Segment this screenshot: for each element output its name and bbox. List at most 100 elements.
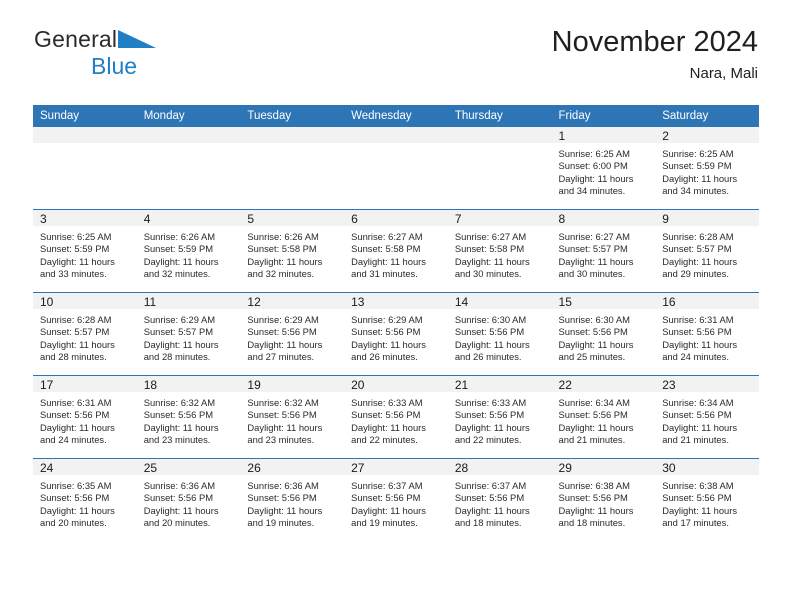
sunrise-text: Sunrise: 6:25 AM [40, 231, 112, 242]
calendar-cell-empty [240, 127, 345, 210]
sunset-text: Sunset: 5:59 PM [662, 160, 732, 172]
location-subtitle: Nara, Mali [689, 65, 758, 82]
day-details: Sunrise: 6:30 AM Sunset: 5:56 PM Daylight:… [448, 309, 552, 363]
page-header: General Blue November 2024 Nara, Mali [34, 26, 758, 90]
calendar-cell-day-29[interactable]: 29 Sunrise: 6:38 AM Sunset: 5:56 PM Dayligh… [551, 458, 656, 541]
day-number: 13 [344, 293, 448, 309]
calendar-cell-day-26[interactable]: 26 Sunrise: 6:36 AM Sunset: 5:56 PM Dayligh… [240, 458, 345, 541]
calendar-cell-day-5[interactable]: 5 Sunrise: 6:26 AM Sunset: 5:58 PM Daylight… [240, 209, 345, 293]
calendar-page: General Blue November 2024 Nara, Mali Su… [0, 0, 792, 612]
calendar-cell-day-4[interactable]: 4 Sunrise: 6:26 AM Sunset: 5:59 PM Daylight… [136, 209, 241, 293]
calendar-cell-empty [344, 127, 448, 210]
sunset-text: Sunset: 5:56 PM [558, 492, 628, 504]
sunset-text: Sunset: 5:56 PM [351, 492, 421, 504]
day-number: 29 [551, 459, 656, 475]
sunset-text: Sunset: 5:58 PM [247, 243, 317, 255]
calendar-cell-day-11[interactable]: 11 Sunrise: 6:29 AM Sunset: 5:57 PM Dayligh… [136, 292, 241, 376]
day-number: 3 [33, 210, 137, 226]
day-number [136, 127, 241, 143]
calendar-cell-day-7[interactable]: 7 Sunrise: 6:27 AM Sunset: 5:58 PM Daylight… [447, 209, 552, 293]
day-number: 22 [551, 376, 656, 392]
daylight-text: Daylight: 11 hours [143, 338, 219, 350]
calendar-cell-day-14[interactable]: 14 Sunrise: 6:30 AM Sunset: 5:56 PM Dayligh… [447, 292, 552, 376]
day-number: 1 [551, 127, 656, 143]
calendar-cell-day-22[interactable]: 22 Sunrise: 6:34 AM Sunset: 5:56 PM Dayligh… [551, 375, 656, 459]
day-number: 30 [655, 459, 759, 475]
daylight-text: Daylight: 11 hours [143, 504, 219, 516]
calendar-cell-day-2[interactable]: 2 Sunrise: 6:25 AM Sunset: 5:59 PM Daylight… [655, 127, 759, 210]
calendar-cell-day-13[interactable]: 13 Sunrise: 6:29 AM Sunset: 5:56 PM Dayligh… [344, 292, 448, 376]
daylight-text: Daylight: 11 hours [558, 504, 634, 516]
day-details: Sunrise: 6:37 AM Sunset: 5:56 PM Daylight:… [344, 475, 448, 529]
day-details: Sunrise: 6:34 AM Sunset: 5:56 PM Daylight:… [655, 392, 759, 446]
day-details: Sunrise: 6:33 AM Sunset: 5:56 PM Daylight:… [448, 392, 552, 446]
calendar-cell-day-15[interactable]: 15 Sunrise: 6:30 AM Sunset: 5:56 PM Dayligh… [551, 292, 656, 376]
daylight-text: Daylight: 11 hours [40, 421, 115, 433]
daylight-text: and 21 minutes. [662, 434, 729, 446]
daylight-text: and 23 minutes. [247, 434, 315, 446]
calendar-cell-day-16[interactable]: 16 Sunrise: 6:31 AM Sunset: 5:56 PM Dayligh… [655, 292, 759, 376]
sunrise-text: Sunrise: 6:29 AM [351, 314, 423, 325]
sunset-text: Sunset: 5:56 PM [662, 409, 732, 421]
day-details [448, 143, 552, 148]
sunset-text: Sunset: 5:56 PM [662, 326, 732, 338]
daylight-text: Daylight: 11 hours [558, 172, 634, 184]
day-details: Sunrise: 6:33 AM Sunset: 5:56 PM Daylight:… [344, 392, 448, 446]
day-details [344, 143, 448, 148]
daylight-text: Daylight: 11 hours [662, 504, 738, 516]
daylight-text: Daylight: 11 hours [247, 255, 323, 267]
daylight-text: and 18 minutes. [558, 517, 626, 529]
sunrise-text: Sunrise: 6:35 AM [40, 480, 112, 491]
calendar-table: Sunday Monday Tuesday Wednesday Thursday Frid… [33, 105, 759, 541]
sunset-text: Sunset: 5:57 PM [40, 326, 110, 338]
daylight-text: Daylight: 11 hours [662, 421, 738, 433]
sunrise-text: Sunrise: 6:31 AM [40, 397, 112, 408]
calendar-cell-day-25[interactable]: 25 Sunrise: 6:36 AM Sunset: 5:56 PM Dayligh… [136, 458, 241, 541]
weekday-header-tuesday: Tuesday [240, 105, 345, 127]
daylight-text: and 26 minutes. [454, 351, 522, 363]
sunset-text: Sunset: 6:00 PM [558, 160, 628, 172]
sunrise-text: Sunrise: 6:29 AM [247, 314, 319, 325]
daylight-text: Daylight: 11 hours [40, 504, 115, 516]
calendar-cell-day-18[interactable]: 18 Sunrise: 6:32 AM Sunset: 5:56 PM Dayligh… [136, 375, 241, 459]
calendar-cell-day-17[interactable]: 17 Sunrise: 6:31 AM Sunset: 5:56 PM Dayligh… [33, 375, 137, 459]
day-number: 19 [240, 376, 345, 392]
calendar-cell-day-19[interactable]: 19 Sunrise: 6:32 AM Sunset: 5:56 PM Dayligh… [240, 375, 345, 459]
calendar-cell-day-1[interactable]: 1 Sunrise: 6:25 AM Sunset: 6:00 PM Daylight… [551, 127, 656, 210]
day-number: 15 [551, 293, 656, 309]
calendar-cell-day-23[interactable]: 23 Sunrise: 6:34 AM Sunset: 5:56 PM Dayligh… [655, 375, 759, 459]
day-number: 17 [33, 376, 137, 392]
weekday-headers: Sunday Monday Tuesday Wednesday Thursday Frid… [33, 105, 759, 127]
day-number: 28 [447, 459, 552, 475]
daylight-text: and 25 minutes. [558, 351, 626, 363]
calendar-cell-day-6[interactable]: 6 Sunrise: 6:27 AM Sunset: 5:58 PM Daylight… [344, 209, 448, 293]
daylight-text: Daylight: 11 hours [454, 504, 530, 516]
calendar-week-row: 10 Sunrise: 6:28 AM Sunset: 5:57 PM Dayligh… [33, 292, 759, 376]
brand-name-general: General [34, 26, 118, 52]
calendar-cell-day-12[interactable]: 12 Sunrise: 6:29 AM Sunset: 5:56 PM Dayligh… [240, 292, 345, 376]
sunset-text: Sunset: 5:58 PM [454, 243, 525, 255]
daylight-text: and 31 minutes. [351, 268, 418, 280]
calendar-cell-day-28[interactable]: 28 Sunrise: 6:37 AM Sunset: 5:56 PM Dayligh… [447, 458, 552, 541]
sunset-text: Sunset: 5:56 PM [558, 326, 628, 338]
day-number: 25 [136, 459, 241, 475]
day-number: 8 [551, 210, 656, 226]
calendar-cell-day-20[interactable]: 20 Sunrise: 6:33 AM Sunset: 5:56 PM Dayligh… [344, 375, 448, 459]
calendar-cell-day-24[interactable]: 24 Sunrise: 6:35 AM Sunset: 5:56 PM Dayligh… [33, 458, 137, 541]
day-details: Sunrise: 6:25 AM Sunset: 5:59 PM Daylight:… [655, 143, 759, 197]
calendar-cell-day-8[interactable]: 8 Sunrise: 6:27 AM Sunset: 5:57 PM Daylight… [551, 209, 656, 293]
day-details: Sunrise: 6:28 AM Sunset: 5:57 PM Daylight:… [655, 226, 759, 280]
calendar-cell-day-30[interactable]: 30 Sunrise: 6:38 AM Sunset: 5:56 PM Dayligh… [655, 458, 759, 541]
daylight-text: Daylight: 11 hours [143, 255, 219, 267]
sunrise-text: Sunrise: 6:31 AM [662, 314, 734, 325]
calendar-cell-day-3[interactable]: 3 Sunrise: 6:25 AM Sunset: 5:59 PM Daylight… [33, 209, 137, 293]
sunrise-text: Sunrise: 6:33 AM [454, 397, 527, 408]
calendar-cell-day-9[interactable]: 9 Sunrise: 6:28 AM Sunset: 5:57 PM Daylight… [655, 209, 759, 293]
calendar-cell-day-21[interactable]: 21 Sunrise: 6:33 AM Sunset: 5:56 PM Dayligh… [447, 375, 552, 459]
weekday-header-thursday: Thursday [447, 105, 552, 127]
calendar-cell-day-27[interactable]: 27 Sunrise: 6:37 AM Sunset: 5:56 PM Dayligh… [344, 458, 448, 541]
daylight-text: and 20 minutes. [40, 517, 107, 529]
brand-logo[interactable]: General Blue [34, 28, 264, 81]
calendar-cell-day-10[interactable]: 10 Sunrise: 6:28 AM Sunset: 5:57 PM Dayligh… [33, 292, 137, 376]
calendar-cell-empty [136, 127, 241, 210]
